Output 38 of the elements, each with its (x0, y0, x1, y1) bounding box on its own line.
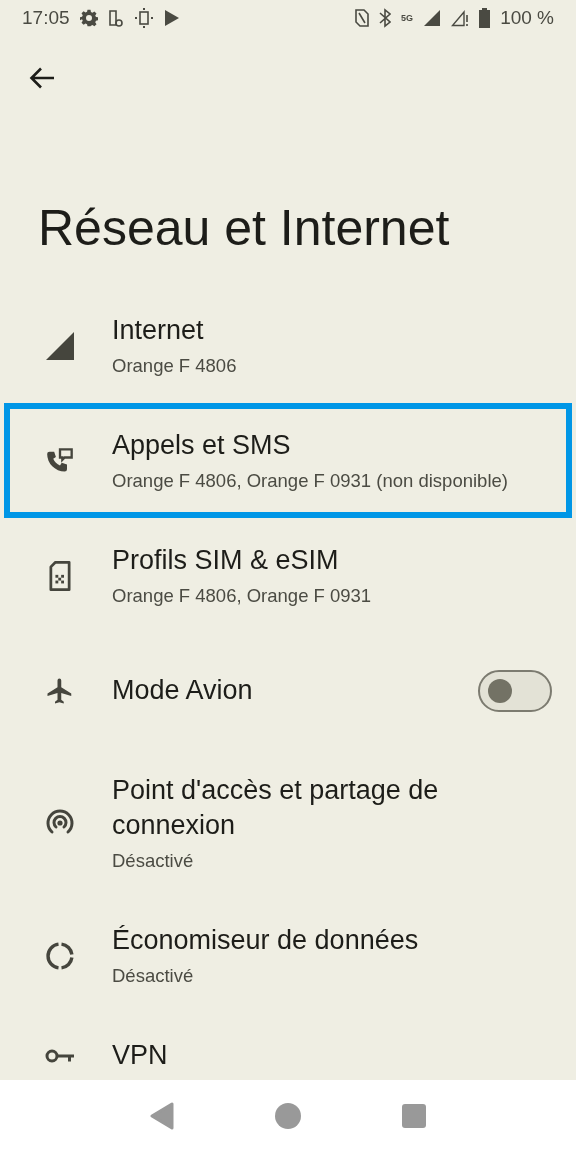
no-signal-icon (451, 9, 470, 27)
home-button[interactable] (275, 1103, 301, 1129)
toggle-switch[interactable] (478, 669, 552, 712)
item-subtitle: Orange F 4806, Orange F 0931 (non disponible) (112, 469, 509, 493)
item-title: Point d'accès et partage de connexion (112, 774, 440, 842)
network-type: 5G (401, 13, 414, 23)
page-title: Réseau et Internet (38, 199, 451, 258)
recents-button[interactable] (401, 1104, 426, 1128)
battery-level: 100 % (500, 7, 554, 29)
screen-rotate-icon (133, 8, 154, 28)
item-subtitle: Désactivé (112, 849, 195, 873)
item-title: Appels et SMS (112, 429, 292, 462)
sim-card-icon (47, 559, 73, 592)
item-subtitle: Orange F 4806, Orange F 0931 (112, 584, 373, 608)
play-store-icon (163, 9, 180, 27)
settings-item[interactable]: Économiseur de données Désactivé (4, 898, 572, 1013)
status-time: 17:05 (22, 7, 70, 29)
item-title: Profils SIM & eSIM (112, 544, 340, 577)
item-title: VPN (112, 1039, 169, 1072)
signal-icon (423, 9, 442, 27)
settings-item[interactable]: Internet Orange F 4806 (4, 288, 572, 403)
item-title: Internet (112, 314, 205, 347)
signal-icon (45, 330, 75, 361)
back-nav-button[interactable] (150, 1102, 175, 1130)
item-title: Économiseur de données (112, 924, 420, 957)
settings-item[interactable]: VPN (4, 1013, 572, 1079)
settings-item[interactable]: Profils SIM & eSIM Orange F 4806, Orange F 0931 (4, 518, 572, 633)
gear-icon (79, 9, 98, 27)
battery-icon (479, 8, 491, 28)
item-subtitle: Désactivé (112, 964, 195, 988)
settings-item[interactable]: Appels et SMS Orange F 4806, Orange F 0931 (non disponible) (4, 403, 572, 518)
settings-item[interactable]: Mode Avion (4, 633, 572, 748)
settings-item[interactable]: Point d'accès et partage de connexion Désactivé (4, 748, 572, 898)
data-saver-icon (45, 940, 75, 971)
battery-settings-icon (107, 8, 124, 28)
bluetooth-icon (379, 8, 392, 28)
item-subtitle: Orange F 4806 (112, 354, 238, 378)
item-title: Mode Avion (112, 674, 254, 707)
